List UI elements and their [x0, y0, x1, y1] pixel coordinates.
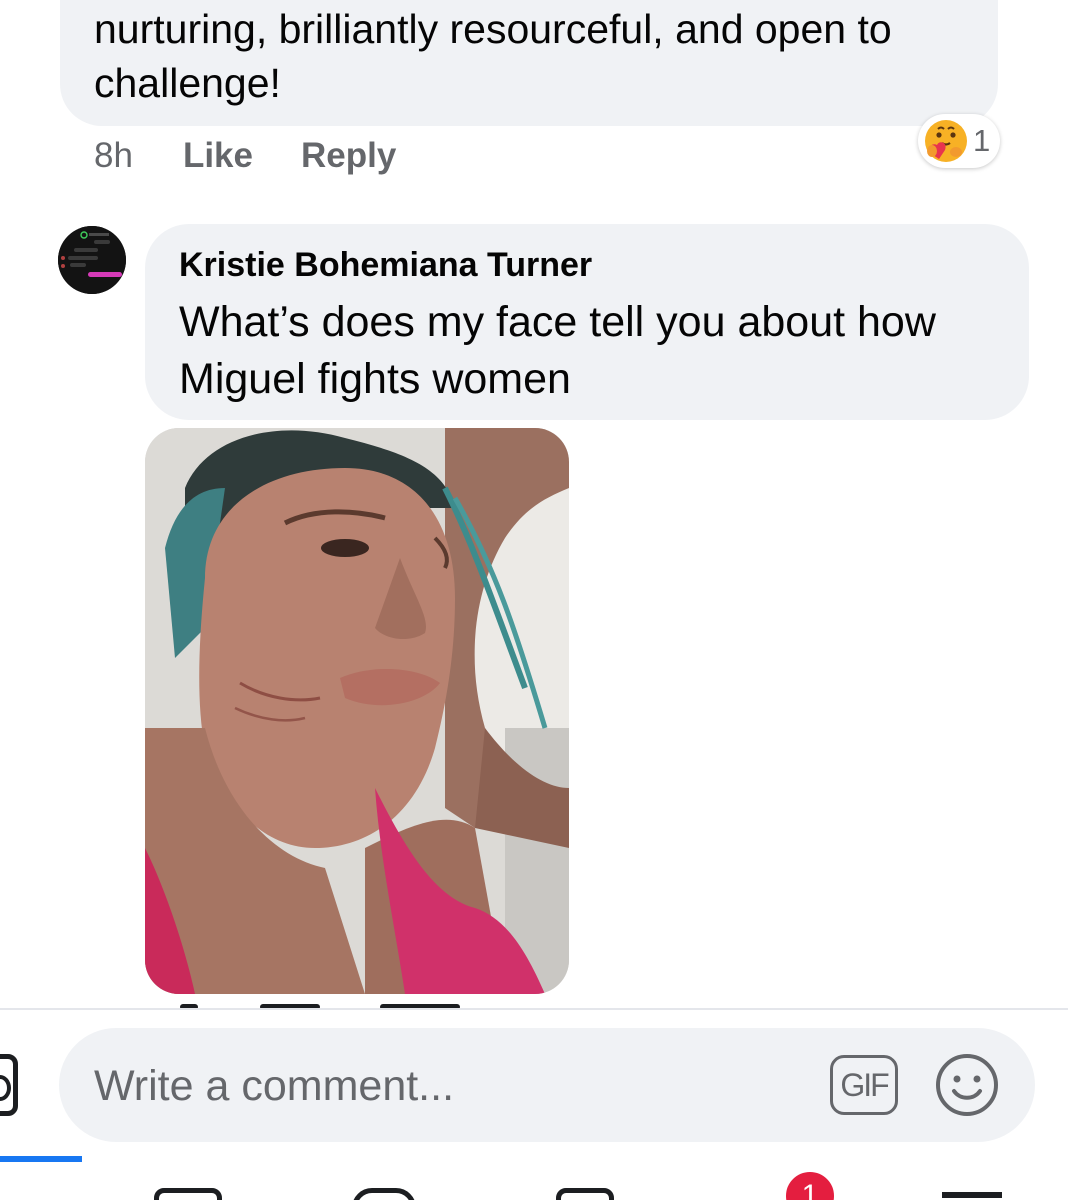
reaction-count: 1: [973, 123, 991, 158]
care-emoji-icon: [925, 120, 967, 162]
comment-input[interactable]: [94, 1056, 794, 1116]
marketplace-tab-icon[interactable]: [556, 1188, 614, 1200]
active-tab-indicator: [0, 1156, 82, 1162]
comments-screen: nurturing, brilliantly resourceful, and …: [0, 0, 1068, 1200]
reply-button[interactable]: Reply: [301, 136, 396, 176]
comment-photo[interactable]: [145, 428, 569, 994]
watch-tab-icon[interactable]: [154, 1188, 222, 1200]
photo-image: [145, 428, 569, 994]
gif-button[interactable]: GIF: [830, 1055, 898, 1115]
reaction-summary[interactable]: 1: [918, 114, 1000, 168]
composer-divider: [0, 1008, 1068, 1010]
comment-text: What’s does my face tell you about how M…: [179, 298, 936, 403]
notifications-badge: 1: [782, 1168, 838, 1200]
previous-comment-actions: 8h Like Reply: [94, 134, 444, 178]
menu-icon[interactable]: [942, 1192, 1002, 1198]
comment-timestamp: 8h: [94, 136, 133, 175]
like-button[interactable]: Like: [183, 136, 253, 176]
profile-tab-icon[interactable]: [352, 1188, 416, 1200]
comment-author[interactable]: Kristie Bohemiana Turner: [179, 246, 592, 285]
camera-icon[interactable]: [0, 1054, 18, 1116]
previous-comment-text: nurturing, brilliantly resourceful, and …: [94, 6, 892, 106]
emoji-icon[interactable]: [934, 1052, 1000, 1118]
avatar-image: [58, 226, 126, 294]
avatar[interactable]: [58, 226, 126, 294]
